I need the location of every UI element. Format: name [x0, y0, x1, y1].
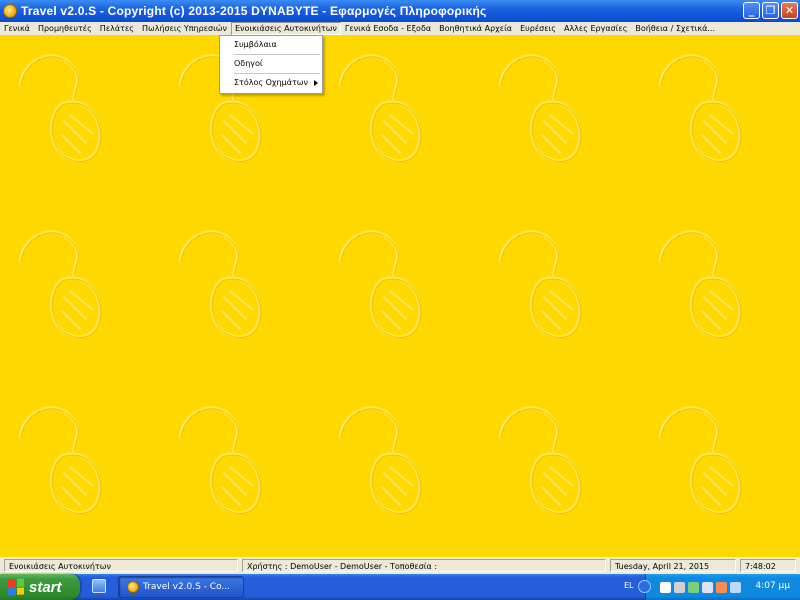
status-bar: Ενοικιάσεις Αυτοκινήτων Χρήστης : DemoUs…	[0, 557, 800, 574]
menu-bar: Γενικά Προμηθευτές Πελάτες Πωλήσεις Υπηρ…	[0, 22, 800, 35]
menu-suppliers[interactable]: Προμηθευτές	[34, 22, 96, 35]
submenu-arrow-icon	[314, 80, 318, 86]
app-icon	[127, 581, 139, 593]
dropdown-item-label: Στόλος Οχημάτων	[234, 78, 308, 87]
app-icon[interactable]	[3, 4, 17, 18]
start-button[interactable]: start	[0, 574, 80, 600]
car-rentals-dropdown: Συμβόλαια Οδηγοί Στόλος Οχημάτων	[219, 35, 323, 94]
system-tray: EL 4:07 μμ	[624, 574, 800, 600]
status-time: 7:48:02	[740, 559, 796, 572]
taskbar-clock: 4:07 μμ	[755, 581, 790, 591]
status-module: Ενοικιάσεις Αυτοκινήτων	[4, 559, 238, 572]
close-button[interactable]: ✕	[781, 2, 798, 19]
tray-icon[interactable]	[688, 581, 699, 593]
minimize-button[interactable]: _	[743, 2, 760, 19]
quick-launch-icon[interactable]	[92, 579, 106, 593]
start-label: start	[29, 578, 62, 596]
taskbar-app-button[interactable]: Travel v2.0.S - Co...	[118, 576, 244, 598]
maximize-button[interactable]: ❐	[762, 2, 779, 19]
taskbar-app-label: Travel v2.0.S - Co...	[143, 582, 231, 592]
windows-logo-icon	[8, 578, 24, 596]
window-controls: _ ❐ ✕	[743, 2, 798, 19]
menu-search[interactable]: Ευρέσεις	[516, 22, 560, 35]
status-user: Χρήστης : DemoUser - DemoUser - Τοποθεσί…	[242, 559, 606, 572]
tray-icon[interactable]	[660, 581, 671, 593]
menu-customers[interactable]: Πελάτες	[96, 22, 138, 35]
tray-expand-icon[interactable]	[638, 580, 651, 593]
menu-auxiliary-files[interactable]: Βοηθητικά Αρχεία	[435, 22, 516, 35]
window-title: Travel v2.0.S - Copyright (c) 2013-2015 …	[21, 4, 487, 18]
status-date: Tuesday, April 21, 2015	[610, 559, 736, 572]
menu-help-about[interactable]: Βοήθεια / Σχετικά...	[631, 22, 719, 35]
dropdown-item-drivers[interactable]: Οδηγοί	[220, 55, 322, 73]
tray-icons	[660, 581, 741, 593]
tray-icon[interactable]	[716, 581, 727, 593]
dropdown-item-contracts[interactable]: Συμβόλαια	[220, 36, 322, 54]
menu-general[interactable]: Γενικά	[0, 22, 34, 35]
tray-icon[interactable]	[674, 581, 685, 593]
menu-other-tasks[interactable]: Αλλες Εργασίες	[560, 22, 631, 35]
tray-icon[interactable]	[730, 581, 741, 593]
tray-icon[interactable]	[702, 581, 713, 593]
dropdown-item-vehicle-fleet[interactable]: Στόλος Οχημάτων	[220, 74, 322, 92]
menu-income-expenses[interactable]: Γενικά Εσοδα - Εξοδα	[341, 22, 435, 35]
title-bar[interactable]: Travel v2.0.S - Copyright (c) 2013-2015 …	[0, 0, 800, 22]
language-indicator[interactable]: EL	[624, 581, 634, 590]
menu-car-rentals[interactable]: Ενοικιάσεις Αυτοκινήτων	[230, 22, 341, 35]
taskbar: start Travel v2.0.S - Co... EL 4:07 μμ	[0, 574, 800, 600]
menu-service-sales[interactable]: Πωλήσεις Υπηρεσιών	[138, 22, 231, 35]
workspace-background	[0, 35, 800, 557]
